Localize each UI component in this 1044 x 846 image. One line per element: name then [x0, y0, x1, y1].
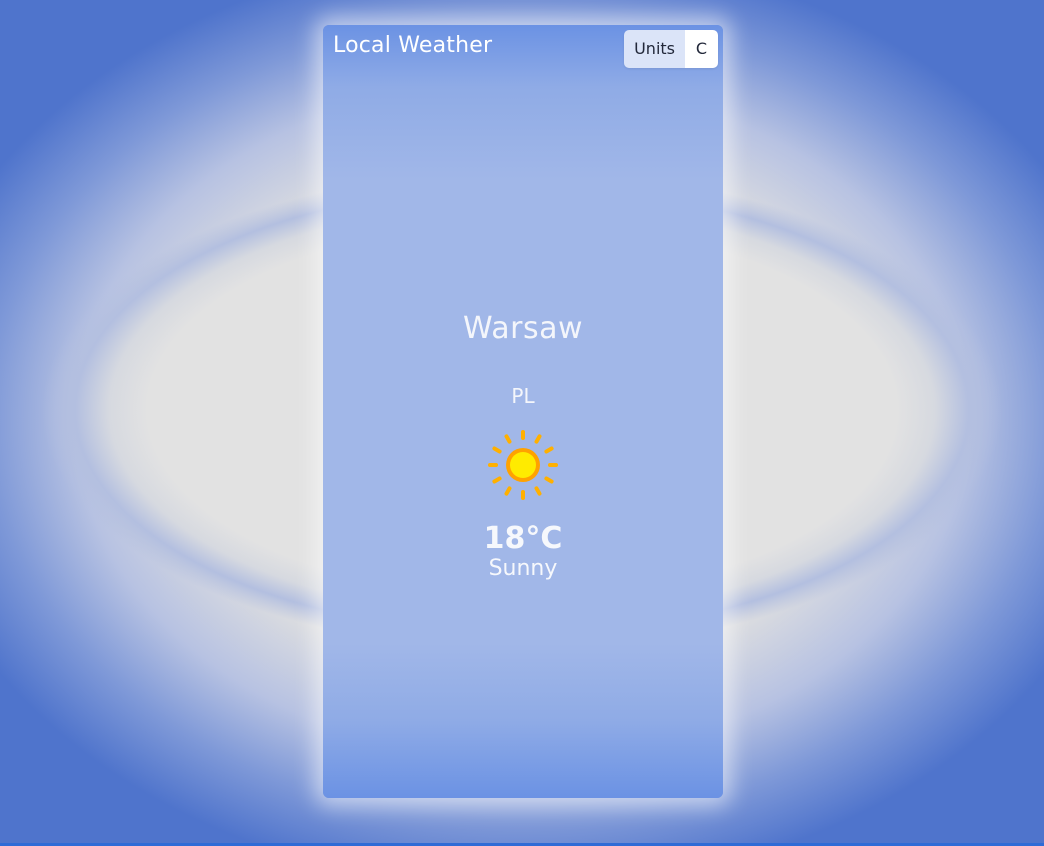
weather-condition: Sunny — [488, 556, 558, 581]
weather-card: Local Weather Units C Warsaw PL 18°C Sun… — [323, 25, 723, 798]
units-value-button[interactable]: C — [685, 30, 718, 68]
units-label[interactable]: Units — [624, 30, 685, 68]
units-toggle[interactable]: Units C — [624, 30, 718, 68]
app-title: Local Weather — [333, 33, 493, 58]
country-code: PL — [511, 384, 535, 408]
sun-icon — [488, 430, 558, 500]
city-name: Warsaw — [462, 311, 583, 346]
temperature: 18°C — [483, 521, 563, 556]
weather-icon-container — [323, 430, 723, 500]
